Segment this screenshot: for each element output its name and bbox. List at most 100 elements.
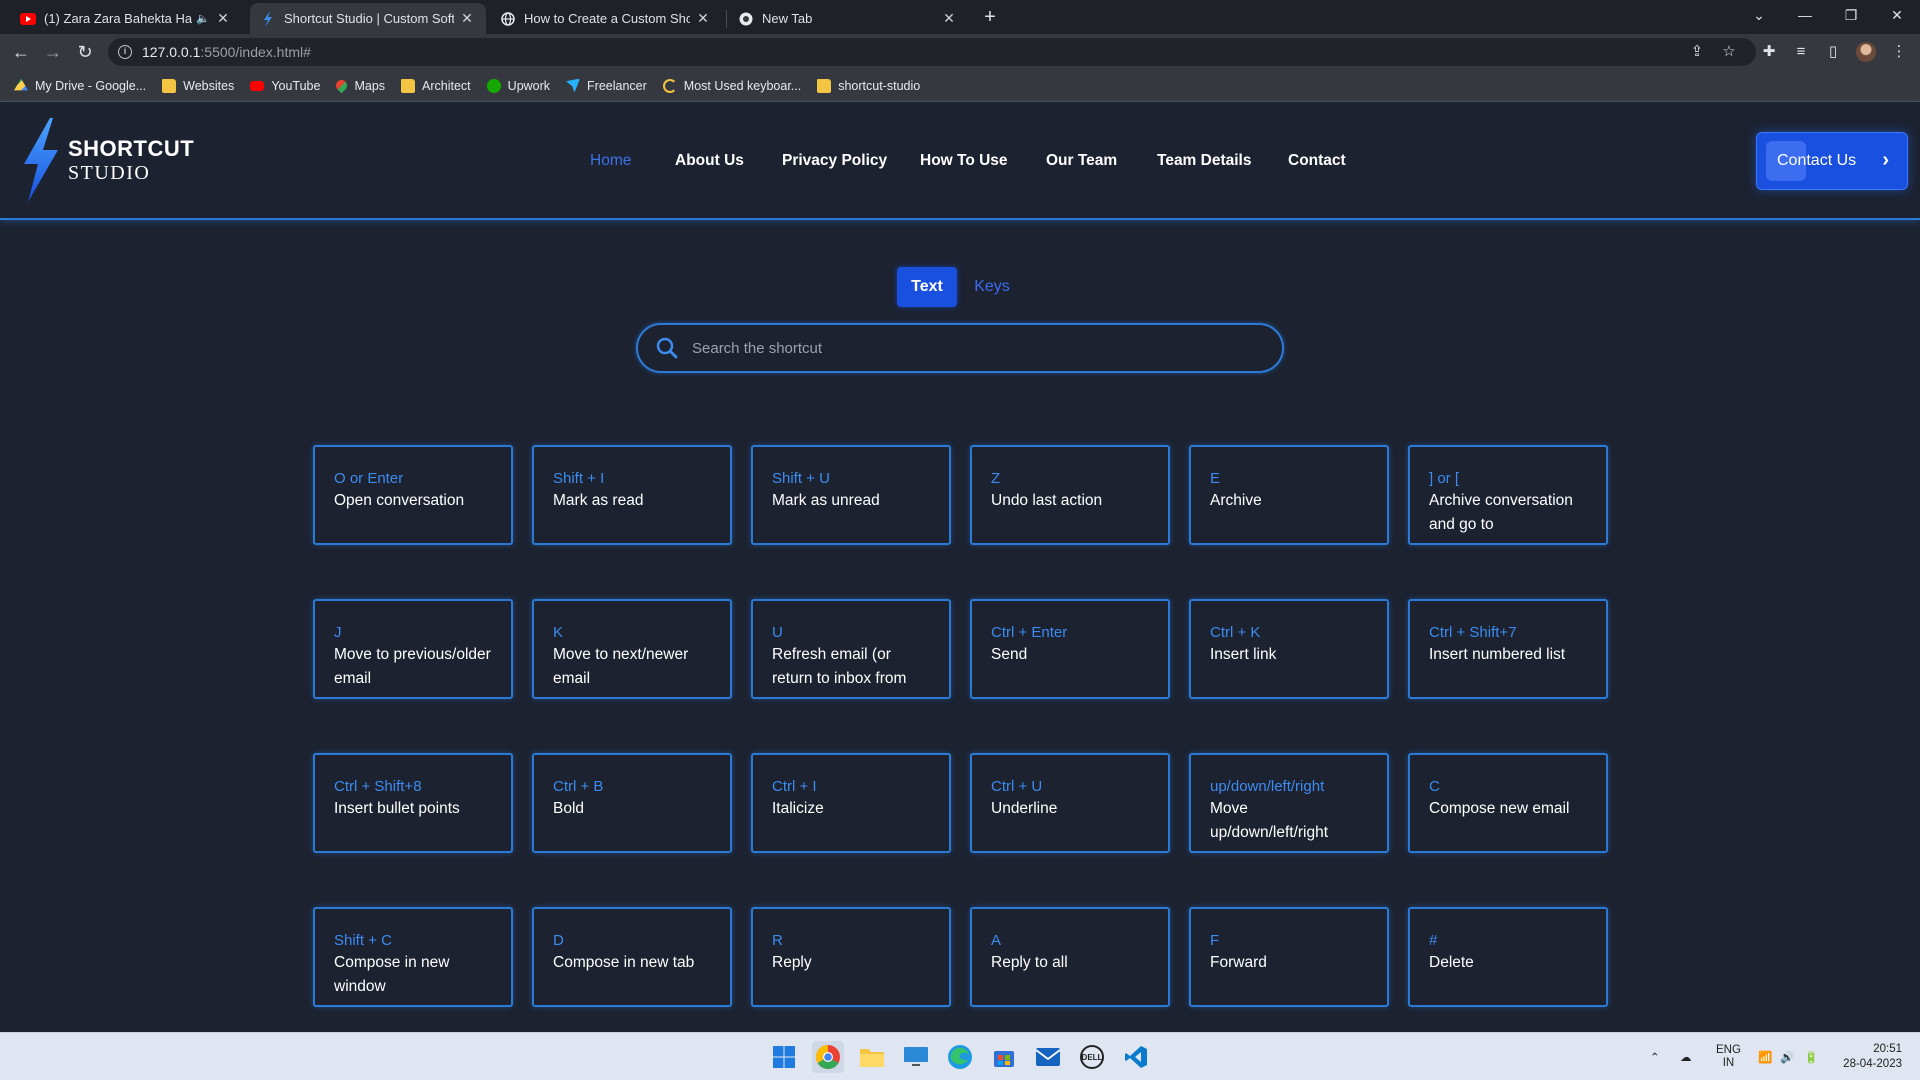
shortcut-key: K [553,624,564,641]
extensions-icon[interactable]: ✚ [1758,42,1780,62]
bookmark-youtube[interactable]: YouTube [250,79,320,93]
share-icon[interactable]: ⇪ [1686,42,1708,62]
shortcut-key: A [991,932,1002,949]
shortcut-card[interactable]: F Forward [1189,907,1389,1007]
close-tab-icon[interactable]: ✕ [214,10,232,27]
bookmark-maps[interactable]: Maps [334,77,385,94]
browser-tab-youtube[interactable]: (1) Zara Zara Bahekta Hai [Sl 🔈 ✕ [10,3,242,34]
nav-about-us[interactable]: About Us [675,152,744,170]
shortcut-card[interactable]: Shift + C Compose in new window [313,907,513,1007]
bookmark-shortcut-studio[interactable]: shortcut-studio [817,78,920,93]
file-explorer-icon[interactable] [856,1041,888,1073]
vscode-icon[interactable] [1120,1041,1152,1073]
shortcut-key: Shift + U [772,470,830,487]
browser-tab-new-tab[interactable]: New Tab ✕ [728,3,968,34]
shortcut-card[interactable]: R Reply [751,907,951,1007]
close-window-button[interactable]: ✕ [1874,0,1920,30]
shortcut-key: C [1429,778,1440,795]
shortcut-card[interactable]: O or Enter Open conversation [313,445,513,545]
shortcut-card[interactable]: A Reply to all [970,907,1170,1007]
search-bar[interactable] [636,323,1284,373]
taskbar-clock[interactable]: 20:51 28-04-2023 [1843,1042,1902,1072]
language-indicator[interactable]: ENG IN [1716,1033,1741,1080]
shortcut-card[interactable]: J Move to previous/older email [313,599,513,699]
shortcut-card[interactable]: Ctrl + B Bold [532,753,732,853]
shortcut-key: Ctrl + U [991,778,1043,795]
shortcut-card[interactable]: # Delete [1408,907,1608,1007]
desktop-icon[interactable] [900,1041,932,1073]
windows-start-icon[interactable] [768,1041,800,1073]
bookmark-star-icon[interactable]: ☆ [1718,42,1740,62]
bookmark-most-used[interactable]: Most Used keyboar... [662,78,801,93]
address-bar[interactable]: i 127.0.0.1:5500/index.html# [108,38,1756,66]
forward-arrow-icon[interactable]: → [40,40,66,64]
close-tab-icon[interactable]: ✕ [458,10,476,27]
browser-tab-shortcut-studio[interactable]: Shortcut Studio | Custom Softwa ✕ [250,3,486,34]
shortcut-key: Ctrl + B [553,778,604,795]
shortcut-card[interactable]: Shift + I Mark as read [532,445,732,545]
minimize-button[interactable]: — [1782,0,1828,30]
battery-icon[interactable]: 🔋 [1804,1033,1818,1080]
restore-button[interactable]: ❐ [1828,0,1874,30]
side-panel-icon[interactable]: ▯ [1822,42,1844,62]
nav-our-team[interactable]: Our Team [1046,152,1117,170]
bookmark-websites[interactable]: Websites [162,78,234,93]
shortcut-description: Mark as read [553,492,644,509]
chrome-taskbar-icon[interactable] [812,1041,844,1073]
shortcut-card[interactable]: ] or [Archive conversation and go to [1408,445,1608,545]
wifi-icon[interactable]: 📶 [1758,1033,1772,1080]
nav-how-to-use[interactable]: How To Use [920,152,1008,170]
shortcut-description: Move to previous/older email [334,646,491,687]
onedrive-icon[interactable]: ☁ [1680,1033,1692,1080]
bookmarks-bar: My Drive - Google... Websites YouTube Ma… [0,70,1920,102]
shortcut-card[interactable]: Ctrl + U Underline [970,753,1170,853]
tab-title: (1) Zara Zara Bahekta Hai [Sl [44,11,193,26]
drive-icon [14,78,28,91]
shortcut-card[interactable]: E Archive [1189,445,1389,545]
menu-kebab-icon[interactable]: ⋮ [1888,42,1910,62]
nav-contact[interactable]: Contact [1288,152,1346,170]
bookmark-upwork[interactable]: Upwork [486,78,550,93]
tray-chevron-up-icon[interactable]: ⌃ [1650,1033,1660,1080]
bookmark-architect[interactable]: Architect [401,78,471,93]
shortcut-card[interactable]: Ctrl + I Italicize [751,753,951,853]
shortcut-card[interactable]: Z Undo last action [970,445,1170,545]
bookmark-my-drive[interactable]: My Drive - Google... [14,78,146,93]
shortcut-card[interactable]: Ctrl + Shift+7 Insert numbered list [1408,599,1608,699]
reload-icon[interactable]: ↻ [72,40,98,64]
profile-avatar[interactable] [1856,42,1876,62]
nav-team-details[interactable]: Team Details [1157,152,1251,170]
edge-icon[interactable] [944,1041,976,1073]
media-icon[interactable]: ≡ [1790,42,1812,62]
search-input[interactable] [692,339,1252,357]
shortcut-card[interactable]: U Refresh email (or return to inbox from [751,599,951,699]
shortcut-card[interactable]: Ctrl + K Insert link [1189,599,1389,699]
shortcut-card[interactable]: K Move to next/newer email [532,599,732,699]
shortcut-card[interactable]: Ctrl + Shift+8 Insert bullet points [313,753,513,853]
toggle-keys-button[interactable]: Keys [970,267,1014,307]
nav-home[interactable]: Home [590,152,631,170]
shortcut-card[interactable]: up/down/left/right Move up/down/left/righ… [1189,753,1389,853]
bookmark-freelancer[interactable]: Freelancer [566,78,647,93]
volume-icon[interactable]: 🔊 [1780,1033,1794,1080]
close-tab-icon[interactable]: ✕ [694,10,712,27]
shortcut-card[interactable]: C Compose new email [1408,753,1608,853]
contact-us-button[interactable]: Contact Us › [1756,132,1908,190]
back-arrow-icon[interactable]: ← [8,40,34,64]
nav-privacy-policy[interactable]: Privacy Policy [782,152,887,170]
speaker-icon[interactable]: 🔈 [196,12,210,25]
shortcut-card[interactable]: Ctrl + Enter Send [970,599,1170,699]
shortcut-card[interactable]: Shift + U Mark as unread [751,445,951,545]
browser-tab-how-to[interactable]: How to Create a Custom Shortcu ✕ [490,3,722,34]
mail-icon[interactable] [1032,1041,1064,1073]
toggle-text-button[interactable]: Text [897,267,957,307]
store-icon[interactable] [988,1041,1020,1073]
new-tab-button[interactable]: + [978,5,1002,29]
close-tab-icon[interactable]: ✕ [940,10,958,27]
tab-search-icon[interactable]: ⌄ [1736,0,1782,30]
shortcut-card[interactable]: D Compose in new tab [532,907,732,1007]
shortcut-key: R [772,932,783,949]
site-info-icon[interactable]: i [118,45,132,59]
shortcut-description: Undo last action [991,492,1103,509]
dell-icon[interactable]: DELL [1076,1041,1108,1073]
